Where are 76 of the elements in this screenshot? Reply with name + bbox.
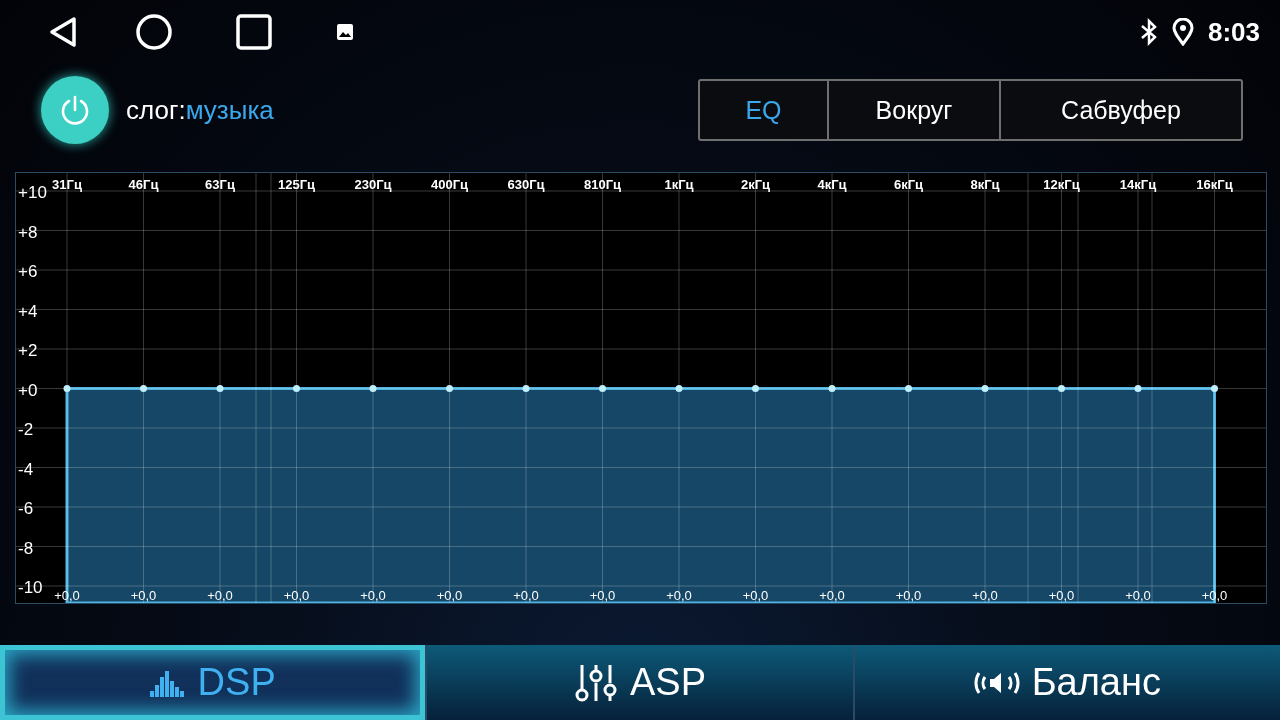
band-point[interactable] bbox=[140, 385, 147, 392]
gain-value-label: +0,0 bbox=[130, 588, 157, 603]
gain-value-label: +0,0 bbox=[207, 588, 233, 603]
gain-tick-label: +6 bbox=[18, 262, 38, 281]
frequency-label: 400Гц bbox=[430, 177, 469, 192]
gain-value-label: +0,0 bbox=[895, 588, 922, 603]
band-point[interactable] bbox=[981, 385, 989, 392]
frequency-label: 630Гц bbox=[507, 177, 545, 192]
gain-value-label: +0,0 bbox=[1125, 588, 1151, 603]
frequency-label: 46Гц bbox=[128, 177, 159, 192]
band-point[interactable] bbox=[599, 385, 606, 392]
band-point[interactable] bbox=[828, 385, 836, 392]
location-pin-icon bbox=[1171, 18, 1194, 46]
frequency-label: 8кГц bbox=[970, 177, 1000, 192]
band-point[interactable] bbox=[675, 385, 683, 392]
frequency-label: 14кГц bbox=[1119, 177, 1157, 192]
gain-tick-label: +0 bbox=[18, 380, 38, 400]
sliders-icon bbox=[573, 662, 618, 703]
image-icon bbox=[336, 23, 354, 41]
frequency-label: 125Гц bbox=[277, 177, 316, 192]
gain-tick-label: +8 bbox=[18, 222, 38, 242]
band-point[interactable] bbox=[293, 385, 300, 392]
frequency-label: 63Гц bbox=[205, 177, 235, 192]
back-icon[interactable] bbox=[48, 16, 78, 48]
power-button[interactable] bbox=[41, 76, 109, 144]
mode-tab[interactable]: Сабвуфер bbox=[999, 81, 1241, 139]
gain-tick-label: -10 bbox=[18, 578, 43, 597]
recents-icon[interactable] bbox=[236, 14, 272, 50]
gain-tick-label: -6 bbox=[18, 499, 34, 518]
band-point[interactable] bbox=[1134, 385, 1142, 392]
gain-value-label: +0,0 bbox=[819, 588, 845, 603]
gain-value-label: +0,0 bbox=[972, 588, 998, 603]
frequency-label: 12кГц bbox=[1043, 177, 1080, 192]
band-point[interactable] bbox=[369, 385, 377, 392]
band-point[interactable] bbox=[63, 385, 71, 392]
bluetooth-icon bbox=[1139, 18, 1158, 46]
gain-value-label: +0,0 bbox=[54, 588, 80, 603]
gain-value-label: +0,0 bbox=[513, 588, 539, 603]
gain-tick-label: +2 bbox=[18, 341, 38, 360]
frequency-label: 810Гц bbox=[583, 177, 622, 192]
gain-tick-label: -4 bbox=[18, 459, 34, 479]
band-point[interactable] bbox=[446, 385, 453, 392]
bottom-tab[interactable]: ASP bbox=[427, 645, 855, 720]
gain-value-label: +0,0 bbox=[589, 588, 616, 603]
band-point[interactable] bbox=[522, 385, 530, 392]
equalizer-bars-icon bbox=[149, 668, 186, 697]
gain-value-label: +0,0 bbox=[742, 588, 769, 603]
gain-value-label: +0,0 bbox=[1048, 588, 1075, 603]
bottom-tab[interactable]: DSP bbox=[0, 645, 428, 720]
frequency-label: 31Гц bbox=[52, 177, 82, 192]
preset-name[interactable]: музыка bbox=[185, 94, 274, 126]
gain-tick-label: +4 bbox=[18, 301, 38, 321]
band-point[interactable] bbox=[752, 385, 759, 392]
gain-value-label: +0,0 bbox=[360, 588, 386, 603]
frequency-label: 16кГц bbox=[1196, 177, 1233, 192]
gain-value-label: +0,0 bbox=[666, 588, 692, 603]
clock-time: 8:03 bbox=[1207, 16, 1260, 48]
frequency-label: 4кГц bbox=[817, 177, 847, 192]
home-icon[interactable] bbox=[136, 14, 172, 50]
frequency-label: 6кГц bbox=[893, 177, 924, 192]
band-point[interactable] bbox=[905, 385, 912, 392]
mode-tab[interactable]: EQ bbox=[700, 81, 827, 139]
gain-tick-label: +10 bbox=[18, 183, 47, 202]
preset-label: слог: bbox=[126, 94, 186, 126]
frequency-label: 1кГц bbox=[664, 177, 694, 192]
frequency-label: 2кГц bbox=[740, 177, 771, 192]
bottom-tab[interactable]: Баланс bbox=[854, 645, 1280, 720]
band-point[interactable] bbox=[1058, 385, 1065, 392]
gain-tick-label: -8 bbox=[18, 538, 34, 558]
frequency-label: 230Гц bbox=[354, 177, 392, 192]
band-point[interactable] bbox=[216, 385, 224, 392]
band-point[interactable] bbox=[1211, 385, 1218, 392]
gain-value-label: +0,0 bbox=[436, 588, 463, 603]
gain-tick-label: -2 bbox=[18, 420, 34, 439]
mode-tab[interactable]: Вокруг bbox=[827, 81, 999, 139]
gain-value-label: +0,0 bbox=[283, 588, 310, 603]
